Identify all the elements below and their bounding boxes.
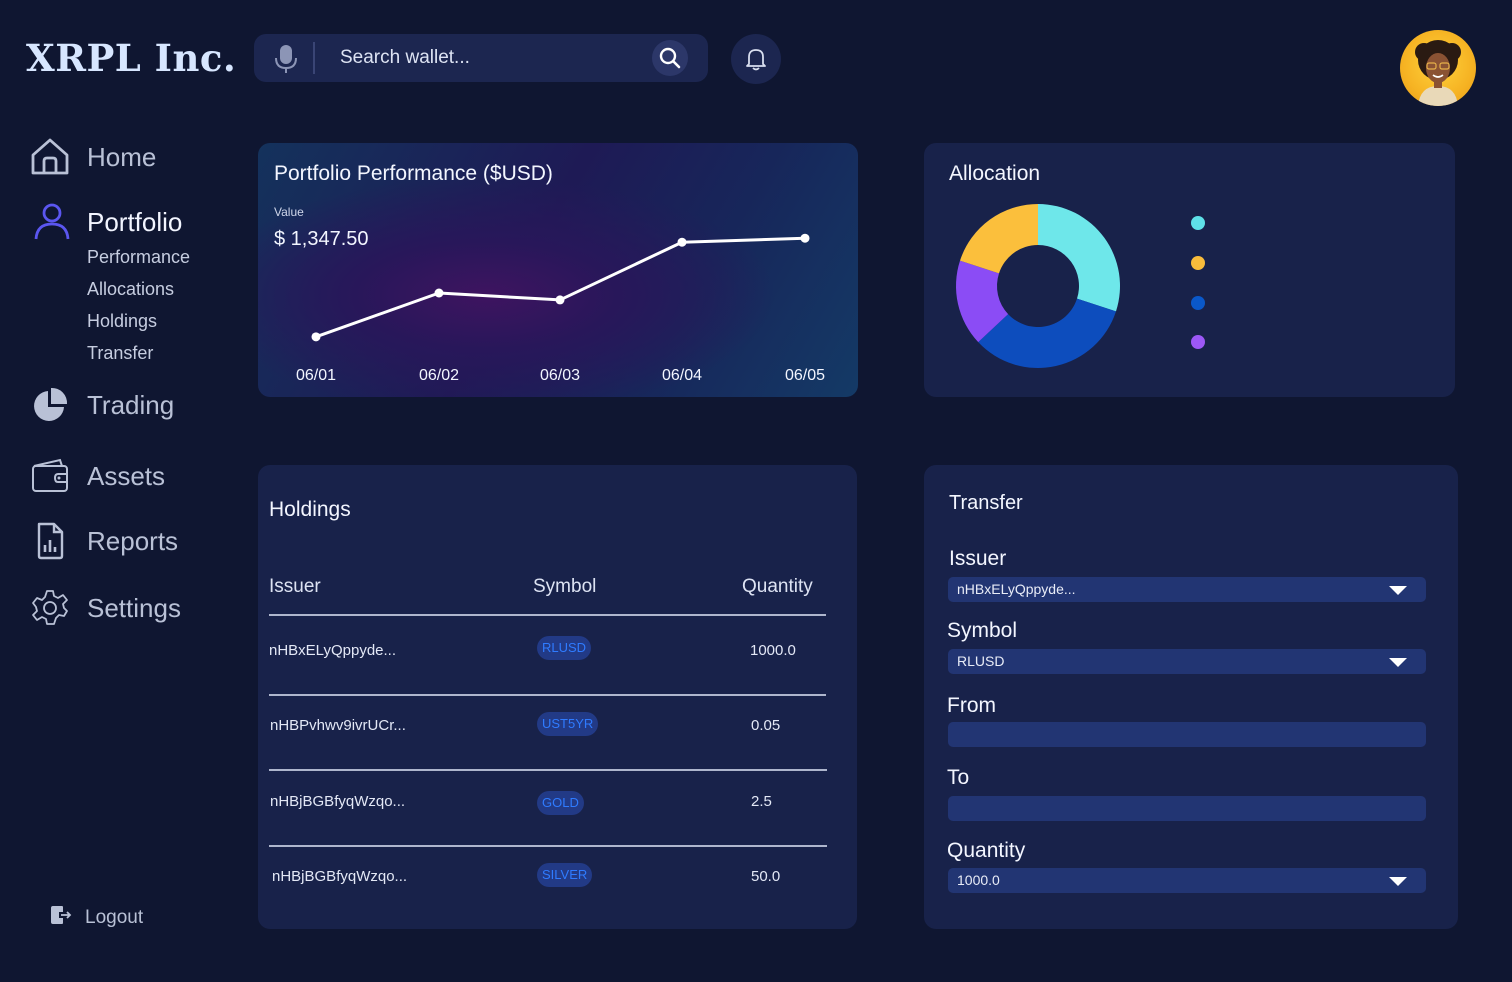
- symbol-select-value: RLUSD: [957, 653, 1005, 669]
- table-divider: [269, 769, 827, 771]
- home-icon: [30, 137, 70, 177]
- data-point: [555, 295, 565, 305]
- column-header-quantity: Quantity: [742, 576, 813, 597]
- legend-marker: [1191, 216, 1205, 230]
- data-point: [800, 233, 810, 243]
- subnav-item-holdings[interactable]: Holdings: [87, 310, 190, 342]
- logout-button[interactable]: Logout: [50, 904, 143, 931]
- search-input[interactable]: [340, 44, 640, 72]
- sidebar-item-reports[interactable]: Reports: [30, 521, 178, 561]
- microphone-icon[interactable]: [274, 44, 298, 73]
- issuer-cell: nHBxELyQppyde...: [269, 642, 397, 659]
- legend-marker: [1191, 296, 1205, 310]
- quantity-cell: 1000.0: [750, 642, 796, 659]
- issuer-label: Issuer: [949, 547, 1007, 570]
- sidebar-item-label: Home: [87, 141, 157, 172]
- x-tick-label: 06/02: [419, 367, 459, 384]
- column-header-issuer: Issuer: [269, 576, 321, 597]
- allocation-card: Allocation: [924, 143, 1455, 397]
- sidebar-item-trading[interactable]: Trading: [30, 385, 174, 425]
- quantity-cell: 2.5: [751, 793, 772, 810]
- symbol-badge: RLUSD: [537, 636, 592, 660]
- sidebar-item-assets[interactable]: Assets: [30, 456, 165, 496]
- sidebar-item-settings[interactable]: Settings: [30, 588, 181, 628]
- search-divider: [313, 42, 315, 74]
- transfer-card: Transfer Issuer nHBxELyQppyde... Symbol …: [924, 465, 1458, 929]
- quantity-select[interactable]: 1000.0: [948, 868, 1426, 893]
- donut-slice: [960, 204, 1038, 274]
- to-label: To: [947, 766, 970, 789]
- table-divider: [269, 845, 827, 847]
- symbol-select[interactable]: RLUSD: [948, 649, 1426, 674]
- chevron-down-icon: [1389, 586, 1407, 595]
- sidebar-item-home[interactable]: Home: [30, 137, 156, 177]
- data-point: [677, 237, 687, 247]
- from-label: From: [947, 694, 996, 717]
- search-icon[interactable]: [652, 40, 688, 76]
- symbol-badge: UST5YR: [537, 712, 599, 736]
- subnav-item-performance[interactable]: Performance: [87, 246, 190, 278]
- wallet-icon: [30, 456, 70, 496]
- pie-chart-icon: [30, 385, 70, 425]
- quantity-select-value: 1000.0: [957, 872, 1000, 888]
- report-icon: [30, 521, 70, 561]
- sidebar-item-label: Assets: [87, 460, 166, 491]
- data-point: [434, 288, 444, 298]
- sidebar-item-label: Trading: [87, 389, 175, 420]
- performance-line-chart: 06/01 06/02 06/03 06/04 06/05: [296, 233, 825, 384]
- issuer-select[interactable]: nHBxELyQppyde...: [948, 577, 1426, 602]
- user-icon: [30, 202, 70, 242]
- issuer-select-value: nHBxELyQppyde...: [957, 581, 1076, 597]
- x-tick-label: 06/01: [296, 367, 336, 384]
- data-point: [311, 332, 321, 342]
- legend-marker: [1191, 256, 1205, 270]
- sidebar-item-label: Settings: [87, 592, 181, 623]
- sidebar-item-portfolio[interactable]: Portfolio: [30, 202, 182, 242]
- quantity-label: Quantity: [947, 839, 1026, 862]
- x-tick-label: 06/04: [662, 367, 702, 384]
- quantity-cell: 50.0: [751, 868, 781, 885]
- issuer-cell: nHBPvhwv9ivrUCr...: [270, 717, 406, 734]
- symbol-label: Symbol: [947, 619, 1018, 642]
- user-avatar[interactable]: [1400, 30, 1476, 106]
- portfolio-performance-card: Portfolio Performance ($USD) Value $ 1,3…: [258, 143, 858, 397]
- symbol-badge: SILVER: [537, 863, 593, 887]
- chevron-down-icon: [1389, 877, 1407, 886]
- legend-marker: [1191, 335, 1205, 349]
- chevron-down-icon: [1389, 658, 1407, 667]
- from-field[interactable]: [948, 722, 1426, 747]
- quantity-cell: 0.05: [751, 717, 781, 734]
- card-title: Holdings: [269, 498, 351, 521]
- table-divider: [269, 694, 826, 696]
- series-line: [315, 236, 806, 339]
- donut-slice: [1038, 204, 1120, 312]
- card-title: Transfer: [949, 492, 1023, 514]
- notifications-bell-icon[interactable]: [731, 34, 781, 84]
- sidebar-item-label: Reports: [87, 525, 179, 556]
- logout-label: Logout: [85, 906, 144, 928]
- brand-logo: XRPL Inc.: [26, 36, 237, 80]
- to-field[interactable]: [948, 796, 1426, 821]
- holdings-card: Holdings Issuer Symbol Quantity nHBxELyQ…: [258, 465, 857, 929]
- logout-icon: [50, 904, 72, 931]
- issuer-cell: nHBjBGBfyqWzqo...: [272, 868, 408, 885]
- x-tick-label: 06/03: [540, 367, 580, 384]
- x-tick-label: 06/05: [785, 367, 825, 384]
- gear-icon: [30, 588, 70, 628]
- search-bar: [254, 34, 708, 82]
- subnav-item-allocations[interactable]: Allocations: [87, 278, 190, 310]
- issuer-cell: nHBjBGBfyqWzqo...: [270, 793, 406, 810]
- sidebar-item-label: Portfolio: [87, 206, 183, 237]
- portfolio-subnav: Performance Allocations Holdings Transfe…: [87, 246, 190, 374]
- subnav-item-transfer[interactable]: Transfer: [87, 342, 190, 374]
- symbol-badge: GOLD: [537, 791, 584, 815]
- table-divider: [269, 614, 826, 616]
- card-title: Allocation: [949, 162, 1041, 185]
- column-header-symbol: Symbol: [533, 576, 597, 597]
